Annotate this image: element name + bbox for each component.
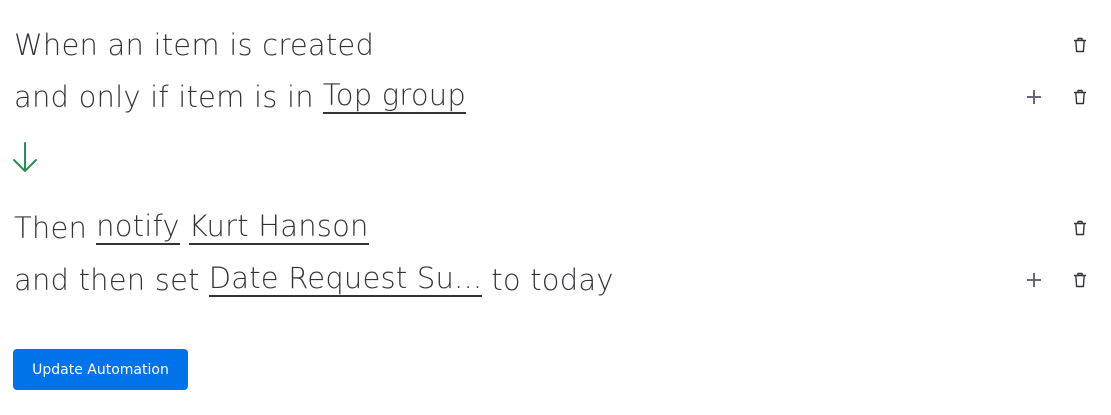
trigger-actions <box>1073 37 1087 53</box>
add-action-icon[interactable] <box>1027 273 1041 287</box>
add-condition-icon[interactable] <box>1027 90 1041 104</box>
action-verb-selector[interactable]: notify <box>96 211 180 245</box>
trigger-text: When an item is created <box>14 28 375 62</box>
action-row: Then notify Kurt Hanson <box>14 208 1087 248</box>
second-action-suffix: to today <box>491 263 614 297</box>
delete-second-action-icon[interactable] <box>1073 272 1087 288</box>
trigger-row: When an item is created <box>14 25 1087 65</box>
condition-actions <box>1027 89 1087 105</box>
action-actions <box>1073 220 1087 236</box>
flow-arrow-down-icon <box>13 142 37 172</box>
action-prefix: Then <box>14 211 88 245</box>
condition-row: and only if item is in Top group <box>14 77 1087 117</box>
condition-prefix: and only if item is in <box>14 80 314 114</box>
date-field-selector[interactable]: Date Request Su... <box>208 263 483 297</box>
second-action-actions <box>1027 272 1087 288</box>
delete-trigger-icon[interactable] <box>1073 37 1087 53</box>
update-automation-button[interactable]: Update Automation <box>13 349 188 390</box>
group-selector[interactable]: Top group <box>322 80 466 114</box>
delete-condition-icon[interactable] <box>1073 89 1087 105</box>
second-action-row: and then set Date Request Su... to today <box>14 260 1087 300</box>
person-selector[interactable]: Kurt Hanson <box>188 211 369 245</box>
delete-action-icon[interactable] <box>1073 220 1087 236</box>
second-action-prefix: and then set <box>14 263 200 297</box>
